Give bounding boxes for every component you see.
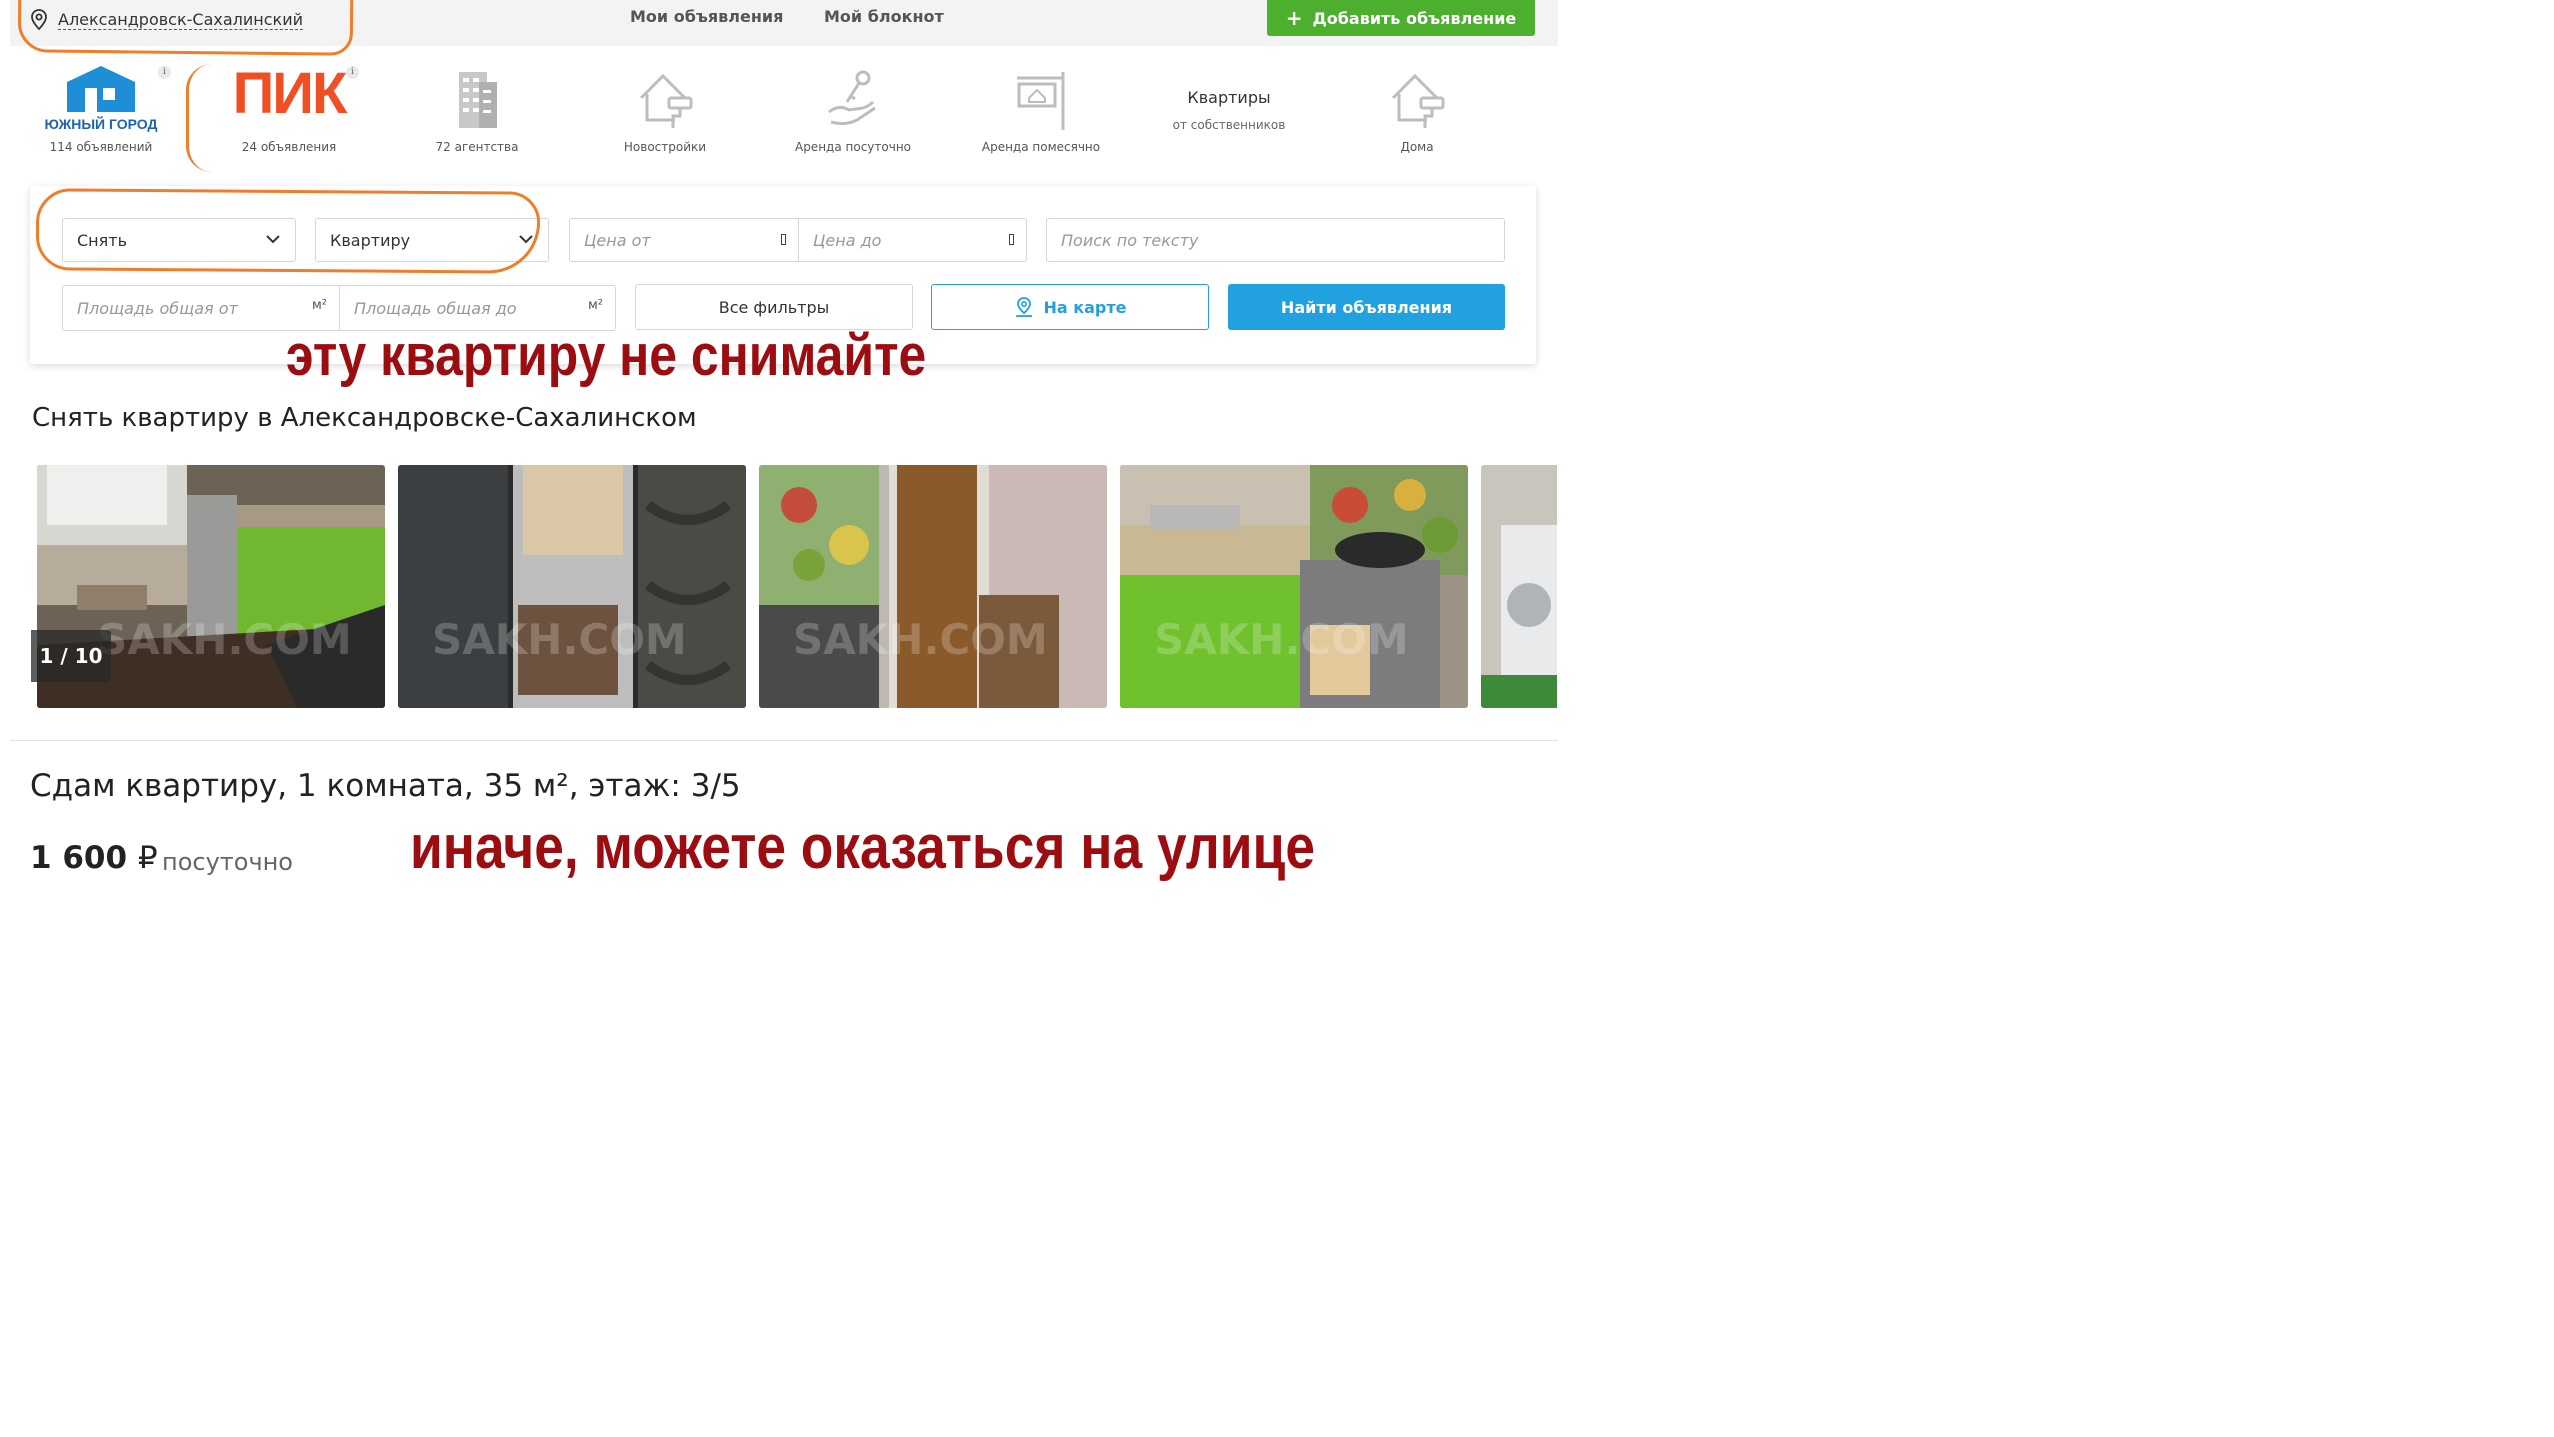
plus-icon: + — [1285, 6, 1303, 30]
house-sign-icon — [1017, 72, 1065, 130]
category-daily-rent[interactable]: Аренда посуточно — [778, 62, 928, 162]
on-map-button[interactable]: На карте — [931, 284, 1209, 330]
listing-title[interactable]: Сдам квартиру, 1 комната, 35 м², этаж: 3… — [30, 768, 741, 804]
category-caption: 114 объявлений — [49, 140, 153, 154]
info-icon[interactable]: i — [346, 66, 359, 79]
price-from-placeholder: Цена от — [584, 230, 651, 250]
category-pik[interactable]: ПИК i 24 объявления — [214, 62, 364, 162]
photo-counter: 1 / 10 — [31, 630, 111, 682]
house-roller-icon — [639, 73, 693, 128]
area-unit: м² — [311, 298, 327, 313]
pik-logo: ПИК — [232, 61, 348, 126]
category-houses[interactable]: Дома — [1342, 62, 1492, 162]
text-search-input[interactable]: Поиск по тексту — [1046, 218, 1505, 262]
price-to-input[interactable]: Цена до — [798, 218, 1027, 262]
yuzhny-gorod-logo-text: ЮЖНЫЙ ГОРОД — [45, 115, 158, 132]
category-yuzhny-gorod[interactable]: ЮЖНЫЙ ГОРОД i 114 объявлений — [26, 62, 176, 162]
price-to-placeholder: Цена до — [813, 230, 882, 250]
category-agencies[interactable]: 72 агентства — [402, 62, 552, 162]
price-period: посуточно — [162, 848, 293, 876]
annotation-circle-city — [17, 0, 354, 56]
category-caption: Аренда помесячно — [981, 140, 1101, 154]
price-value: 1 600 — [30, 840, 128, 876]
hand-key-icon — [828, 70, 876, 126]
info-icon[interactable]: i — [158, 66, 171, 79]
warning-caption-bottom: иначе, можете оказаться на улице — [410, 813, 1315, 882]
stepper-icon — [1009, 234, 1014, 245]
watermark: SAKH.COM — [97, 615, 352, 664]
gallery-photo-3[interactable]: SAKH.COM — [759, 465, 1107, 708]
category-caption: 24 объявления — [241, 140, 337, 154]
my-notebook-link[interactable]: Мой блокнот — [824, 7, 944, 26]
category-caption: Дома — [1400, 140, 1434, 154]
category-caption: от собственников — [1172, 118, 1286, 132]
price-from-input[interactable]: Цена от — [569, 218, 799, 262]
category-caption: Аренда посуточно — [794, 140, 911, 154]
watermark: SAKH.COM — [432, 615, 687, 664]
category-owner-apartments[interactable]: Квартиры от собственников — [1154, 62, 1304, 162]
warning-caption-top: эту квартиру не снимайте — [286, 323, 927, 388]
gallery-photo-4[interactable]: SAKH.COM — [1120, 465, 1468, 708]
find-ads-button[interactable]: Найти объявления — [1228, 284, 1505, 330]
text-search-placeholder: Поиск по тексту — [1061, 230, 1199, 250]
gallery-photo-2[interactable]: SAKH.COM — [398, 465, 746, 708]
divider — [10, 740, 1558, 741]
add-ad-button[interactable]: + Добавить объявление — [1267, 0, 1535, 36]
currency-symbol: ₽ — [137, 840, 158, 876]
watermark: SAKH.COM — [793, 615, 1048, 664]
area-unit: м² — [587, 298, 603, 313]
page-title: Снять квартиру в Александровске-Сахалинс… — [32, 403, 697, 433]
house-roller-icon — [1391, 73, 1445, 128]
annotation-bracket-pik — [186, 64, 226, 172]
listing-price: 1 600 ₽ — [30, 840, 158, 876]
building-icon — [459, 72, 497, 128]
annotation-circle-selects — [35, 188, 541, 274]
area-to-placeholder: Площадь общая до — [354, 298, 517, 318]
category-caption: Новостройки — [623, 140, 707, 154]
category-title: Квартиры — [1187, 88, 1271, 107]
gallery-photo-5[interactable] — [1481, 465, 1557, 708]
yuzhny-gorod-logo: ЮЖНЫЙ ГОРОД — [31, 62, 171, 134]
add-ad-label: Добавить объявление — [1312, 8, 1517, 28]
area-from-placeholder: Площадь общая от — [77, 298, 238, 318]
category-new-buildings[interactable]: Новостройки — [590, 62, 740, 162]
on-map-label: На карте — [1043, 297, 1127, 317]
stepper-icon — [781, 234, 786, 245]
category-monthly-rent[interactable]: Аренда помесячно — [966, 62, 1116, 162]
category-caption: 72 агентства — [435, 140, 519, 154]
map-pin-icon — [1015, 297, 1032, 317]
my-ads-link[interactable]: Мои объявления — [630, 7, 783, 26]
watermark: SAKH.COM — [1154, 615, 1409, 664]
